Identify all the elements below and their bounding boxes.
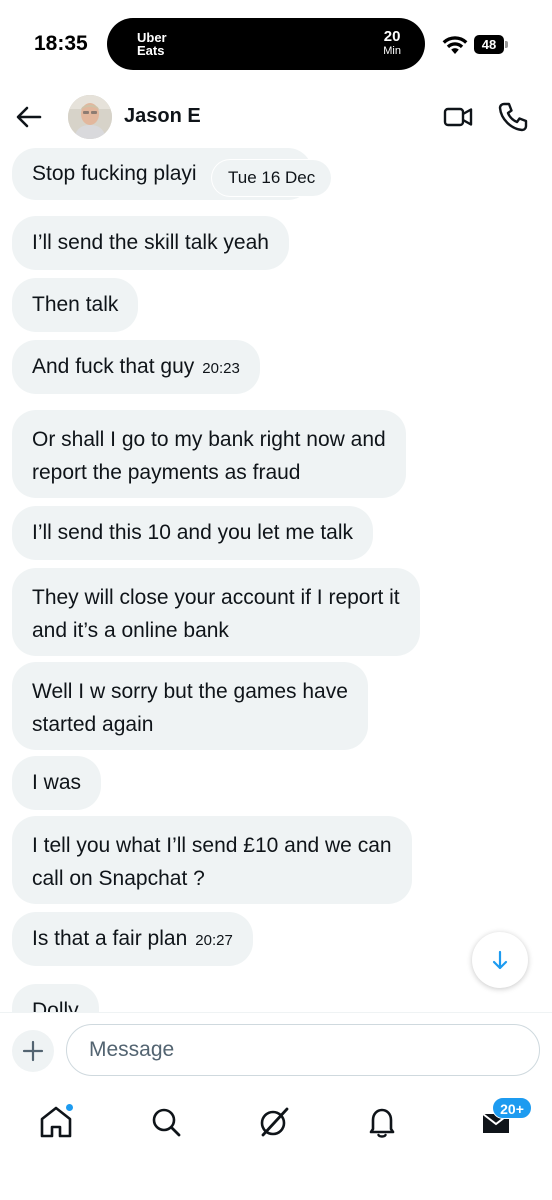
message-bubble[interactable]: They will close your account if I report… — [12, 568, 420, 656]
message-bubble[interactable]: Or shall I go to my bank right now and r… — [12, 410, 406, 498]
message-bubble[interactable]: Dolly — [12, 984, 99, 1012]
battery-indicator: 48 — [474, 35, 508, 54]
nav-grok[interactable] — [254, 1102, 294, 1142]
battery-cap — [505, 41, 508, 48]
eta-value: 20 — [383, 28, 401, 45]
message-text: And fuck that guy — [32, 355, 195, 378]
status-time: 18:35 — [34, 32, 88, 55]
conversation-header: Jason E — [0, 92, 552, 144]
add-attachment-button[interactable] — [12, 1030, 54, 1072]
plus-icon — [22, 1040, 44, 1062]
status-bar: 18:35 Uber Eats 20 Min 48 — [0, 0, 552, 92]
message-bubble[interactable]: I’ll send the skill talk yeah — [12, 216, 289, 270]
message-list[interactable]: Stop fucking playi Tue 16 Dec I’ll send … — [0, 144, 552, 1012]
message-text-line: Or shall I go to my bank right now and — [32, 428, 386, 451]
message-text-line: report the payments as fraud — [32, 461, 301, 484]
message-text: I was — [32, 771, 82, 794]
message-text: I’ll send the skill talk yeah — [32, 231, 269, 254]
nav-notifications[interactable] — [362, 1102, 402, 1142]
message-bubble[interactable]: I tell you what I’ll send £10 and we can… — [12, 816, 412, 904]
message-bubble[interactable]: Well I w sorry but the games have starte… — [12, 662, 368, 750]
avatar-photo — [68, 95, 112, 139]
video-call-icon[interactable] — [442, 102, 474, 132]
message-bubble[interactable]: I’ll send this 10 and you let me talk — [12, 506, 374, 560]
message-input[interactable] — [66, 1024, 540, 1076]
message-text-line: I tell you what I’ll send £10 and we can — [32, 834, 392, 857]
eta-unit: Min — [383, 45, 401, 57]
message-bubble[interactable]: Then talk — [12, 278, 139, 332]
bottom-navigation: 20+ — [0, 1088, 552, 1200]
avatar[interactable] — [68, 95, 112, 139]
back-arrow-icon[interactable] — [14, 102, 44, 132]
date-divider: Tue 16 Dec — [212, 160, 332, 196]
uber-eats-logo-line2: Eats — [137, 43, 165, 58]
message-text-line: and it’s a online bank — [32, 619, 229, 642]
scroll-to-bottom-button[interactable] — [472, 932, 528, 988]
grok-icon — [260, 1107, 289, 1137]
wifi-icon — [442, 36, 468, 54]
message-composer — [0, 1012, 552, 1088]
message-timestamp: 20:23 — [202, 360, 240, 377]
uber-eats-logo: Uber Eats — [137, 31, 167, 57]
message-text: Dolly — [32, 999, 79, 1012]
message-text-line: started again — [32, 713, 154, 736]
message-text-line: They will close your account if I report… — [32, 586, 400, 609]
message-bubble[interactable]: Is that a fair plan 20:27 — [12, 912, 253, 966]
message-text: Is that a fair plan — [32, 927, 188, 950]
messages-count-badge: 20+ — [492, 1097, 532, 1119]
message-text: Stop fucking playi — [32, 162, 197, 185]
contact-name[interactable]: Jason E — [124, 105, 201, 128]
notification-dot — [65, 1103, 74, 1112]
nav-explore[interactable] — [146, 1102, 186, 1142]
message-text-line: Well I w sorry but the games have — [32, 680, 348, 703]
delivery-eta: 20 Min — [383, 28, 401, 58]
nav-home[interactable] — [36, 1102, 76, 1142]
bell-icon — [369, 1108, 395, 1138]
battery-level: 48 — [474, 35, 504, 54]
dynamic-island-live-activity[interactable]: Uber Eats 20 Min — [107, 18, 425, 70]
search-icon — [152, 1108, 181, 1137]
message-text: Then talk — [32, 293, 119, 316]
message-bubble[interactable]: And fuck that guy 20:23 — [12, 340, 260, 394]
arrow-down-icon — [492, 950, 508, 970]
message-timestamp: 20:27 — [195, 932, 233, 949]
phone-call-icon[interactable] — [496, 100, 530, 134]
message-text-line: call on Snapchat ? — [32, 867, 205, 890]
message-text: I’ll send this 10 and you let me talk — [32, 521, 354, 544]
message-bubble[interactable]: I was — [12, 756, 102, 810]
